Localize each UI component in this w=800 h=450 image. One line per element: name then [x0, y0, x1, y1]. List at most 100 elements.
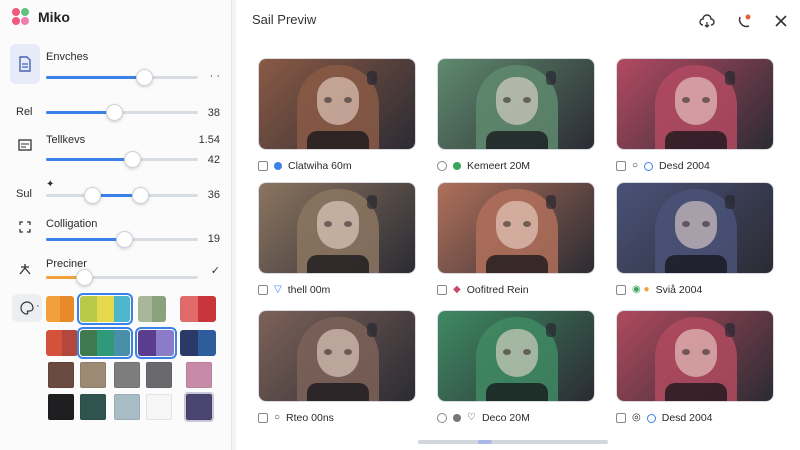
select-checkbox[interactable] — [437, 285, 447, 295]
swatch-slate[interactable] — [146, 362, 172, 388]
slider-thumb[interactable] — [106, 104, 123, 121]
swatch-black[interactable] — [48, 394, 74, 420]
ring-icon — [644, 161, 654, 171]
control-sul: Sul ✦ 36 — [0, 180, 232, 210]
diamond-icon: ◆ — [453, 284, 461, 295]
preview-thumbnail[interactable] — [616, 182, 774, 274]
range-thumb-low[interactable] — [84, 187, 101, 204]
swatch-group-green-blue[interactable] — [77, 293, 133, 325]
horizontal-scrollbar[interactable] — [418, 440, 608, 444]
control-value: 38 — [207, 107, 220, 119]
swatch-group-violet[interactable] — [135, 327, 177, 359]
control-value: · · — [209, 70, 220, 82]
slider-thumb[interactable] — [136, 69, 153, 86]
slider-thumb[interactable] — [116, 231, 133, 248]
preview-thumbnail[interactable] — [437, 58, 595, 150]
control-label: Rel — [16, 106, 33, 118]
sparkle-icon: ✦ — [46, 179, 55, 190]
select-radio[interactable] — [437, 161, 447, 171]
preview-thumbnail[interactable] — [616, 310, 774, 402]
swatch-row-2 — [0, 327, 232, 360]
preview-thumbnail[interactable] — [437, 310, 595, 402]
slider-thumb[interactable] — [76, 269, 93, 286]
swatch-gray[interactable] — [114, 362, 140, 388]
target-icon: ◎ — [632, 412, 641, 423]
preview-thumbnail[interactable] — [616, 58, 774, 150]
swatch-group-orange[interactable] — [46, 296, 74, 322]
preview-caption-row: Kemeert 20M — [437, 158, 617, 174]
swatch-indigo[interactable] — [184, 392, 214, 422]
sul-range-slider[interactable] — [46, 187, 198, 204]
control-value: 19 — [207, 233, 220, 245]
transform-icon[interactable] — [16, 218, 34, 236]
control-tellkevs: Tellkevs 1.54 42 — [0, 132, 232, 172]
preview-title: Sail Previw — [252, 12, 317, 27]
preciner-slider[interactable] — [46, 269, 198, 286]
preview-thumbnail[interactable] — [258, 58, 416, 150]
preview-caption-row: ○ Rteo 00ns — [258, 410, 438, 426]
range-thumb-high[interactable] — [132, 187, 149, 204]
preview-caption: Kemeert 20M — [467, 160, 531, 172]
swatch-tan[interactable] — [80, 362, 106, 388]
rel-slider[interactable] — [46, 104, 198, 121]
preview-caption: Deco 20M — [481, 412, 530, 424]
control-colligation: Colligation 19 — [0, 216, 232, 250]
select-checkbox[interactable] — [258, 161, 268, 171]
swatch-group-navy[interactable] — [180, 330, 216, 356]
bubble-icon: ○ — [274, 412, 281, 423]
preview-caption-row: Clatwiha 60m — [258, 158, 438, 174]
select-checkbox[interactable] — [258, 285, 268, 295]
preview-caption: Desd 2004 — [659, 160, 710, 172]
colligation-slider[interactable] — [46, 231, 198, 248]
status-dot-icon — [453, 162, 461, 170]
preview-thumbnail[interactable] — [258, 182, 416, 274]
swatch-powder-blue[interactable] — [114, 394, 140, 420]
control-label: Tellkevs — [46, 134, 86, 146]
select-checkbox[interactable] — [258, 413, 268, 423]
envches-slider[interactable] — [46, 69, 198, 86]
control-label: Preciner — [46, 258, 87, 270]
select-checkbox[interactable] — [616, 413, 626, 423]
brand: Miko — [12, 8, 70, 26]
swatch-mauve[interactable] — [186, 362, 212, 388]
status-dot-icon — [274, 162, 282, 170]
tellkevs-slider[interactable] — [46, 151, 198, 168]
preview-panel: Sail Previw Clatwiha 60m Kemeert 20M ○ Desd… — [236, 0, 800, 450]
preview-thumbnail[interactable] — [258, 310, 416, 402]
cloud-sync-icon[interactable] — [696, 10, 718, 32]
control-value: 42 — [207, 154, 220, 166]
swatch-row-1 — [0, 293, 232, 326]
preview-caption-row: ○ Desd 2004 — [616, 158, 796, 174]
control-extra-value: 1.54 — [198, 134, 220, 146]
preview-caption-row: ◆ Oofitred Rein — [437, 282, 617, 298]
document-icon[interactable] — [10, 44, 40, 84]
preview-thumbnail[interactable] — [437, 182, 595, 274]
window-icon[interactable] — [16, 136, 34, 154]
swatch-group-rust[interactable] — [46, 330, 78, 356]
app-window: Miko Envches · · Rel 38 Tellkevs 1.54 42… — [0, 0, 800, 450]
preview-caption: Rteo 00ns — [286, 412, 334, 424]
close-icon[interactable] — [770, 10, 792, 32]
preview-caption-row: ◎ Desd 2004 — [616, 410, 796, 426]
select-radio[interactable] — [437, 413, 447, 423]
control-envches: Envches · · — [0, 44, 232, 88]
refresh-phone-icon[interactable] — [734, 10, 756, 32]
select-checkbox[interactable] — [616, 285, 626, 295]
swatch-teal-dark[interactable] — [80, 394, 106, 420]
heart-icon: ♡ — [467, 412, 476, 423]
swatch-group-red[interactable] — [180, 296, 216, 322]
select-checkbox[interactable] — [616, 161, 626, 171]
slider-thumb[interactable] — [124, 151, 141, 168]
preview-caption-row: ◉ ● Sviå 2004 — [616, 282, 796, 298]
swatch-group-forest[interactable] — [77, 327, 133, 359]
swatch-group-sage[interactable] — [138, 296, 166, 322]
swatch-brown[interactable] — [48, 362, 74, 388]
status-dot-icon — [453, 414, 461, 422]
swatch-white[interactable] — [146, 394, 172, 420]
control-label: Sul — [16, 188, 32, 200]
preview-caption-row: ▽ thell 00m — [258, 282, 438, 298]
preview-caption: thell 00m — [287, 284, 331, 296]
pin-tool-icon[interactable] — [16, 260, 34, 278]
control-rel: Rel 38 — [0, 100, 232, 126]
triangle-icon: ▽ — [274, 284, 282, 295]
